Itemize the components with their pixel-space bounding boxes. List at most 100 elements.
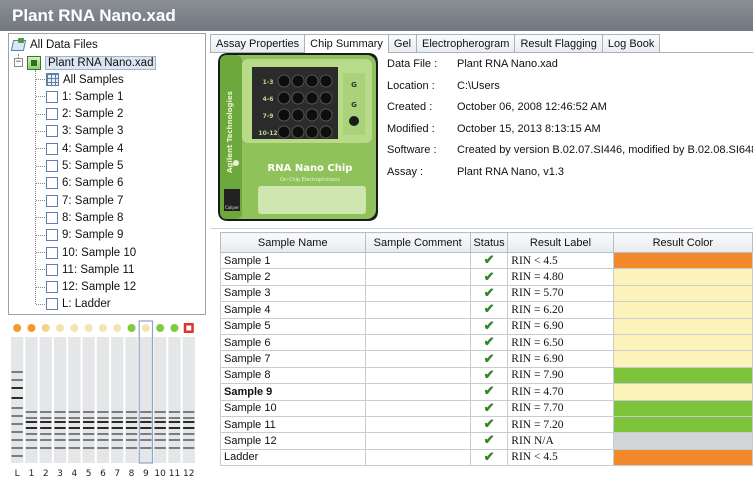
tree-item-sample-2[interactable]: 2: Sample 2: [46, 106, 123, 123]
gel-band: [11, 415, 23, 417]
tree-item-all-samples[interactable]: All Samples: [46, 71, 124, 88]
gel-band: [183, 427, 195, 429]
tab-electropherogram[interactable]: Electropherogram: [416, 34, 516, 53]
results-table[interactable]: Sample Name Sample Comment Status Result La…: [220, 232, 753, 467]
table-row[interactable]: Sample 5 ✔ RIN = 6.90: [220, 317, 753, 335]
table-row[interactable]: Sample 10 ✔ RIN = 7.70: [220, 399, 753, 417]
tree-item-sample-12[interactable]: 12: Sample 12: [46, 279, 136, 296]
gel-band: [83, 433, 95, 435]
result-label-cell: RIN = 4.80: [507, 268, 614, 286]
tree-item-sample-5[interactable]: 5: Sample 5: [46, 158, 123, 175]
chip-name: RNA Nano Chip: [268, 163, 353, 174]
chip-well: [305, 74, 319, 88]
tree-item-sample-7[interactable]: 7: Sample 7: [46, 192, 123, 209]
tree-item-sample-13[interactable]: L: Ladder: [46, 296, 111, 313]
result-label-cell: RIN = 6.90: [507, 317, 614, 335]
column-header-sample-name[interactable]: Sample Name: [220, 232, 366, 253]
sample-icon: [46, 281, 58, 294]
gel-band: [183, 433, 195, 435]
gel-band: [40, 433, 52, 435]
tree-item-sample-10[interactable]: 10: Sample 10: [46, 244, 136, 261]
gel-band: [140, 427, 152, 429]
tree-item-sample-8[interactable]: 8: Sample 8: [46, 209, 123, 226]
gel-lane: [25, 337, 38, 463]
property-label: Assay :: [387, 165, 424, 178]
gel-band: [168, 447, 181, 449]
result-color-cell: [612, 383, 753, 401]
tree-item-sample-3[interactable]: 3: Sample 3: [46, 123, 123, 140]
property-value: C:\Users: [457, 79, 500, 92]
tab-gel[interactable]: Gel: [387, 34, 418, 53]
tree-item-sample-6[interactable]: 6: Sample 6: [46, 175, 123, 192]
table-row[interactable]: Sample 11 ✔ RIN = 7.20: [220, 415, 753, 434]
table-row[interactable]: Sample 2 ✔ RIN = 4.80: [220, 268, 753, 286]
tree-item-label: 12: Sample 12: [62, 281, 137, 294]
sample-comment-cell: [364, 268, 471, 286]
column-header-result-label[interactable]: Result Label: [507, 232, 614, 253]
collapse-expander-icon[interactable]: −: [14, 58, 23, 67]
sample-icon: [46, 142, 58, 155]
tab-log-book[interactable]: Log Book: [601, 34, 661, 53]
column-header-sample-comment[interactable]: Sample Comment: [364, 232, 471, 253]
column-header-status[interactable]: Status: [469, 232, 509, 253]
gel-band: [154, 417, 166, 419]
table-row[interactable]: Sample 8 ✔ RIN = 7.90: [220, 366, 753, 385]
sample-name-cell: Sample 4: [220, 301, 366, 319]
gel-lane: [139, 337, 152, 463]
status-check-icon: ✔: [483, 318, 495, 333]
tab-result-flagging[interactable]: Result Flagging: [514, 34, 603, 53]
sample-icon: [46, 246, 58, 259]
gel-band: [97, 447, 109, 449]
tree-root-all-data-files[interactable]: All Data Files: [11, 36, 98, 53]
gel-band: [11, 447, 23, 449]
table-row[interactable]: Sample 3 ✔ RIN = 5.70: [220, 284, 753, 303]
table-row[interactable]: Sample 7 ✔ RIN = 6.90: [220, 350, 753, 368]
chip-side-label-1: G: [351, 81, 357, 89]
tree-item-sample-9[interactable]: 9: Sample 9: [46, 227, 123, 244]
result-color-cell: [612, 350, 753, 368]
gel-band: [68, 433, 80, 435]
tree-item-sample-11[interactable]: 11: Sample 11: [46, 261, 134, 278]
table-row[interactable]: Sample 12 ✔ RIN N/A: [220, 432, 753, 450]
table-row[interactable]: Ladder ✔ RIN < 4.5: [220, 448, 753, 467]
result-label-cell: RIN = 6.90: [507, 350, 614, 368]
gel-lane: [82, 337, 95, 463]
tree-item-sample-4[interactable]: 4: Sample 4: [46, 140, 123, 157]
sample-name-cell: Sample 8: [220, 366, 366, 385]
tree-item-file[interactable]: − Plant RNA Nano.xad: [14, 54, 157, 71]
table-row[interactable]: Sample 1 ✔ RIN < 4.5: [220, 251, 753, 270]
chip-well: [319, 108, 333, 122]
gel-band: [111, 411, 123, 413]
sample-icon: [46, 90, 58, 103]
sample-icon: [46, 108, 58, 121]
tab-assay-properties[interactable]: Assay Properties: [210, 34, 306, 53]
gel-band: [183, 421, 195, 423]
result-label-cell: RIN < 4.5: [507, 448, 614, 467]
gel-thumbnail[interactable]: L 1 2 3 4 5 6 7 8 9 10 11 12: [8, 319, 206, 480]
all-data-files-icon: [11, 38, 26, 51]
sample-name-cell: Sample 12: [220, 432, 366, 450]
tree-item-label: All Samples: [63, 73, 124, 86]
result-color-cell: [612, 448, 753, 467]
table-row[interactable]: Sample 4 ✔ RIN = 6.20: [220, 301, 753, 319]
gel-lane-label: 11: [169, 469, 180, 479]
gel-band: [111, 427, 123, 429]
gel-band: [68, 439, 80, 441]
table-row[interactable]: Sample 9 ✔ RIN = 4.70: [220, 383, 753, 401]
chip-brand: Agilent Technologies: [226, 91, 234, 173]
result-label-cell: RIN = 6.50: [507, 333, 614, 352]
tree-item-sample-1[interactable]: 1: Sample 1: [46, 88, 123, 105]
results-table-container[interactable]: Sample Name Sample Comment Status Result La…: [220, 232, 753, 480]
tab-chip-summary[interactable]: Chip Summary: [304, 34, 389, 53]
gel-band: [140, 433, 152, 435]
sample-icon: [46, 194, 58, 207]
column-header-result-color[interactable]: Result Color: [612, 232, 753, 253]
gel-lane-label: 4: [71, 469, 77, 479]
gel-band: [11, 439, 23, 441]
gel-lane: [68, 337, 81, 463]
data-files-tree[interactable]: All Data Files − Plant RNA Nano.xad All …: [8, 33, 206, 315]
status-cell: ✔: [469, 317, 509, 335]
sample-icon: [46, 177, 58, 190]
table-row[interactable]: Sample 6 ✔ RIN = 6.50: [220, 333, 753, 352]
gel-band: [140, 411, 152, 413]
